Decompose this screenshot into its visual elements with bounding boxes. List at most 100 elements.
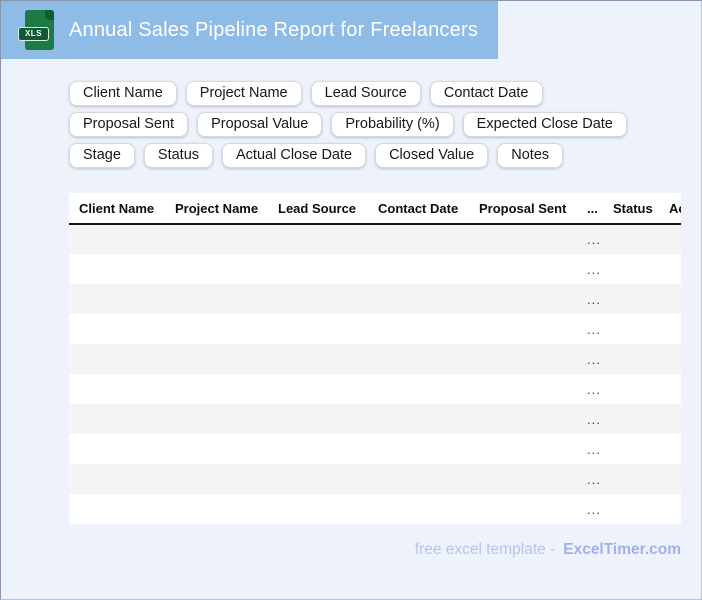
table-header-row: Client Name Project Name Lead Source Contac… [69,193,681,225]
empty-cell [659,374,681,404]
column-header-lead-source: Lead Source [268,193,368,225]
empty-cell [659,254,681,284]
empty-cell [165,464,268,494]
empty-cell [603,494,659,524]
table-row: ... [69,284,681,314]
column-header-client-name: Client Name [69,193,165,225]
empty-cell [603,404,659,434]
field-chip-client-name[interactable]: Client Name [69,81,177,106]
empty-cell [368,254,469,284]
empty-cell [659,224,681,254]
empty-cell [368,314,469,344]
empty-cell [69,434,165,464]
page: XLS Annual Sales Pipeline Report for Fre… [0,0,702,600]
empty-cell [268,494,368,524]
row-ellipsis-cell: ... [587,291,601,307]
empty-cell [603,314,659,344]
table-row: ... [69,374,681,404]
empty-cell [69,494,165,524]
empty-cell [603,224,659,254]
empty-cell [268,434,368,464]
field-chip-closed-value[interactable]: Closed Value [375,143,489,168]
empty-cell [165,374,268,404]
empty-cell [603,374,659,404]
empty-cell [603,434,659,464]
empty-cell [469,464,577,494]
row-ellipsis-cell: ... [587,501,601,517]
field-chip-project-name[interactable]: Project Name [185,81,302,106]
empty-cell [368,494,469,524]
empty-cell [69,284,165,314]
empty-cell [659,314,681,344]
empty-cell [69,344,165,374]
table-row: ... [69,464,681,494]
empty-cell [165,434,268,464]
empty-cell [368,434,469,464]
empty-cell [368,464,469,494]
table-row: ... [69,344,681,374]
column-header-status: Status [603,193,659,225]
row-ellipsis-cell: ... [587,471,601,487]
row-ellipsis-cell: ... [587,232,601,247]
empty-cell [469,314,577,344]
field-chip-contact-date[interactable]: Contact Date [429,81,543,106]
empty-cell [469,284,577,314]
empty-cell [165,404,268,434]
empty-cell [659,434,681,464]
empty-cell [268,464,368,494]
xls-file-icon-fold [45,10,54,20]
field-chip-stage[interactable]: Stage [69,143,135,168]
empty-cell [69,254,165,284]
empty-cell [268,344,368,374]
row-ellipsis-cell: ... [587,441,601,457]
table-row: ... [69,254,681,284]
empty-cell [268,374,368,404]
empty-cell [165,344,268,374]
empty-cell [469,344,577,374]
row-ellipsis-cell: ... [587,261,601,277]
empty-cell [469,224,577,254]
empty-cell [603,284,659,314]
field-chip-proposal-value[interactable]: Proposal Value [197,112,323,137]
empty-cell [659,464,681,494]
table-row: ... [69,404,681,434]
page-title: Annual Sales Pipeline Report for Freelan… [69,18,479,41]
empty-cell [268,254,368,284]
table-row: ... [69,224,681,254]
row-ellipsis-cell: ... [587,351,601,367]
empty-cell [69,314,165,344]
footer-brand-link[interactable]: ExcelTimer.com [563,541,681,558]
footer-text: free excel template - [414,541,556,558]
field-chip-proposal-sent[interactable]: Proposal Sent [69,112,189,137]
field-chip-actual-close-date[interactable]: Actual Close Date [222,143,367,168]
field-chip-expected-close-date[interactable]: Expected Close Date [462,112,627,137]
empty-cell [469,494,577,524]
empty-cell [368,344,469,374]
empty-cell [165,224,268,254]
xls-file-icon-label: XLS [18,27,49,41]
empty-cell [368,374,469,404]
empty-cell [659,284,681,314]
field-chip-notes[interactable]: Notes [497,143,564,168]
field-chip-probability[interactable]: Probability (%) [331,112,454,137]
empty-cell [268,404,368,434]
empty-cell [469,434,577,464]
column-header-proposal-sent: Proposal Sent [469,193,577,225]
field-chip-lead-source[interactable]: Lead Source [310,81,421,106]
empty-cell [368,284,469,314]
field-chip-status[interactable]: Status [143,143,214,168]
empty-cell [659,494,681,524]
empty-cell [469,404,577,434]
row-ellipsis-cell: ... [587,381,601,397]
empty-cell [165,254,268,284]
header-bar: XLS Annual Sales Pipeline Report for Fre… [1,1,498,59]
column-header-project-name: Project Name [165,193,268,225]
pipeline-table-container: Client Name Project Name Lead Source Contac… [69,193,681,524]
column-header-contact-date: Contact Date [368,193,469,225]
column-header-actual-close-date: Actual Close Date [659,193,681,225]
empty-cell [603,464,659,494]
pipeline-table: Client Name Project Name Lead Source Contac… [69,193,681,524]
row-ellipsis-cell: ... [587,321,601,337]
footer: free excel template - ExcelTimer.com [1,541,681,559]
pipeline-table-header: Client Name Project Name Lead Source Contac… [69,193,681,225]
